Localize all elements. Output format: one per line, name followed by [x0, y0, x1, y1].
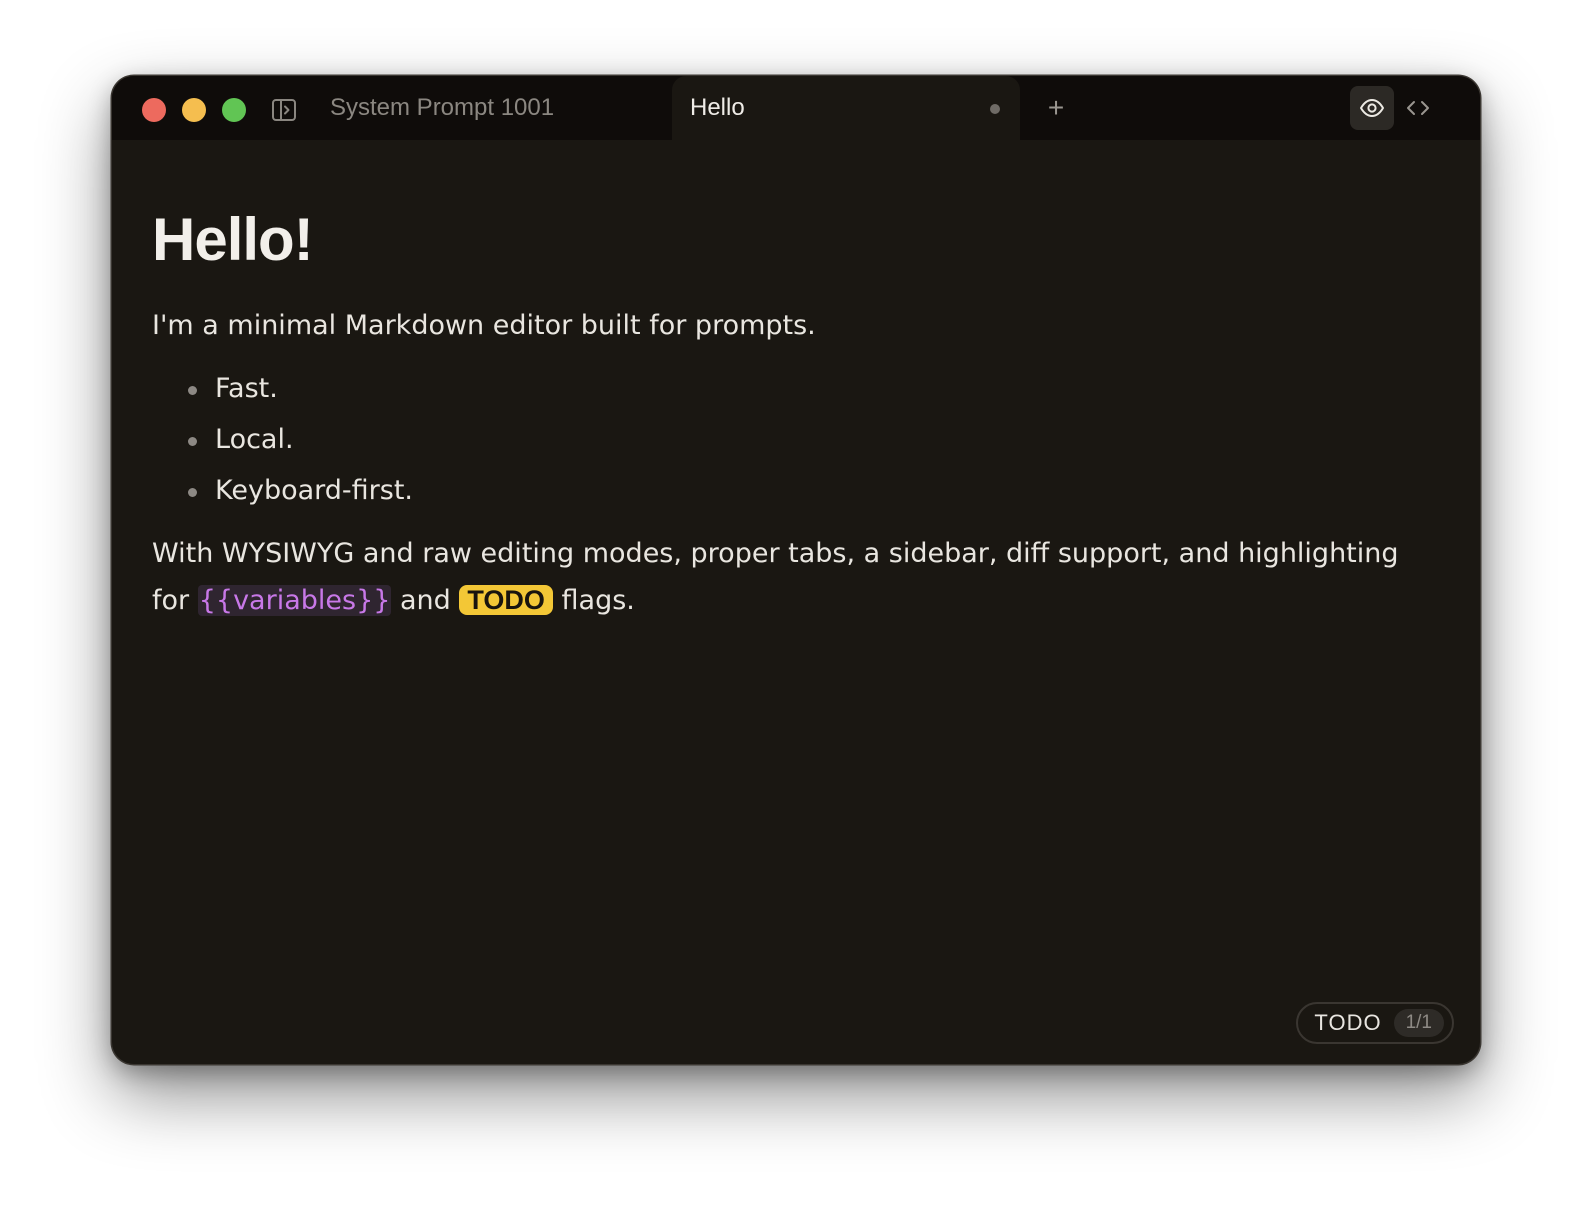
preview-mode-button[interactable]: [1350, 86, 1394, 130]
intro-paragraph: I'm a minimal Markdown editor built for …: [152, 310, 816, 341]
closing-paragraph: With WYSIWYG and raw editing modes, prop…: [152, 530, 1440, 624]
raw-mode-button[interactable]: [1396, 86, 1440, 130]
close-window-button[interactable]: [142, 98, 166, 122]
tab-system-prompt[interactable]: System Prompt 1001: [330, 76, 666, 140]
tab-label: System Prompt 1001: [330, 94, 555, 121]
tab-label: Hello: [690, 94, 745, 121]
sidebar-toggle-icon: [272, 99, 296, 121]
maximize-window-button[interactable]: [222, 98, 246, 122]
editor-content[interactable]: Hello! I'm a minimal Markdown editor bui…: [152, 140, 1440, 624]
unsaved-indicator: [990, 104, 1000, 114]
new-tab-button[interactable]: +: [1040, 92, 1072, 124]
flags-text: flags.: [561, 585, 635, 616]
document-heading: Hello!: [152, 206, 314, 273]
todo-navigator-button[interactable]: TODO 1/1: [1296, 1002, 1454, 1044]
todo-token: TODO: [459, 585, 553, 615]
sidebar-toggle-button[interactable]: [270, 96, 298, 124]
feature-list: Fast. Local. Keyboard-first.: [152, 363, 1440, 516]
title-bar: System Prompt 1001 Hello +: [112, 76, 1480, 140]
plus-icon: +: [1047, 92, 1065, 123]
tab-hello[interactable]: Hello: [672, 76, 1020, 140]
todo-count-badge: 1/1: [1393, 1009, 1444, 1037]
variable-token: {{variables}}: [197, 585, 392, 616]
and-text: and: [400, 585, 451, 616]
todo-counter-label: TODO: [1314, 1010, 1382, 1035]
list-item: Keyboard-first.: [188, 465, 1440, 516]
list-item: Fast.: [188, 363, 1440, 414]
eye-icon: [1360, 99, 1384, 117]
code-icon: [1407, 101, 1429, 115]
minimize-window-button[interactable]: [182, 98, 206, 122]
list-item: Local.: [188, 414, 1440, 465]
editor-window: System Prompt 1001 Hello + Hello! I'm a …: [112, 76, 1480, 1064]
